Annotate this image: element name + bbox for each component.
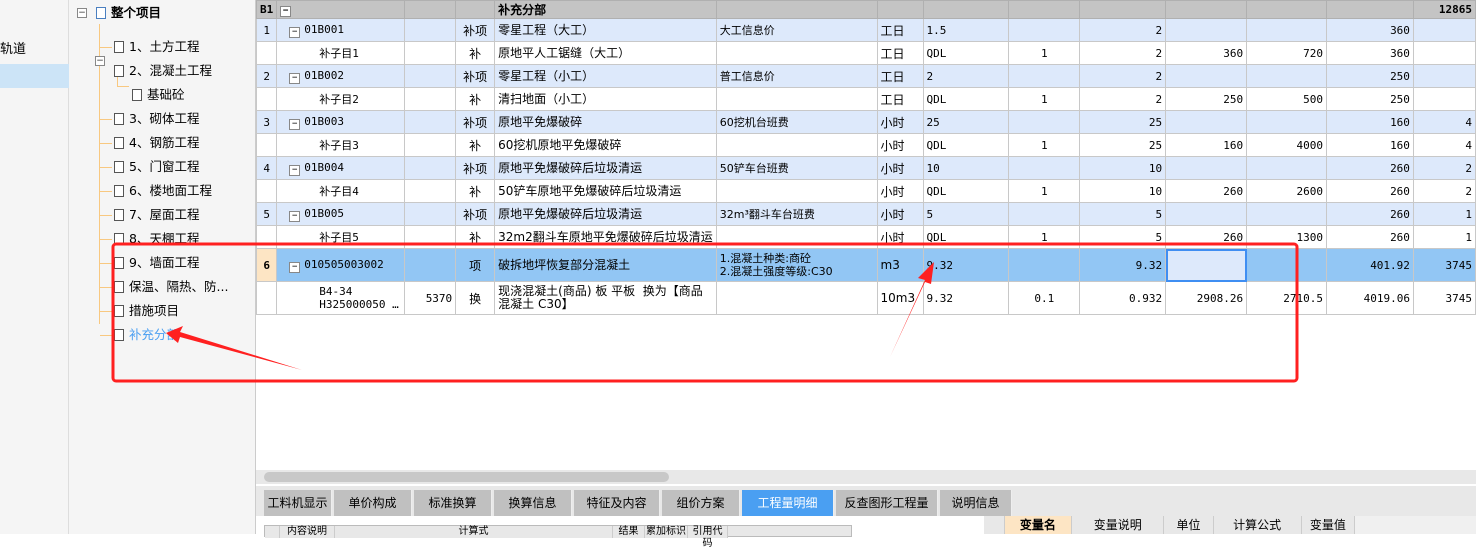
arrow-to-quantity	[890, 262, 934, 357]
annotation-overlay	[111, 242, 1299, 383]
highlight-box	[111, 242, 1299, 383]
arrow-to-tree	[166, 326, 302, 370]
